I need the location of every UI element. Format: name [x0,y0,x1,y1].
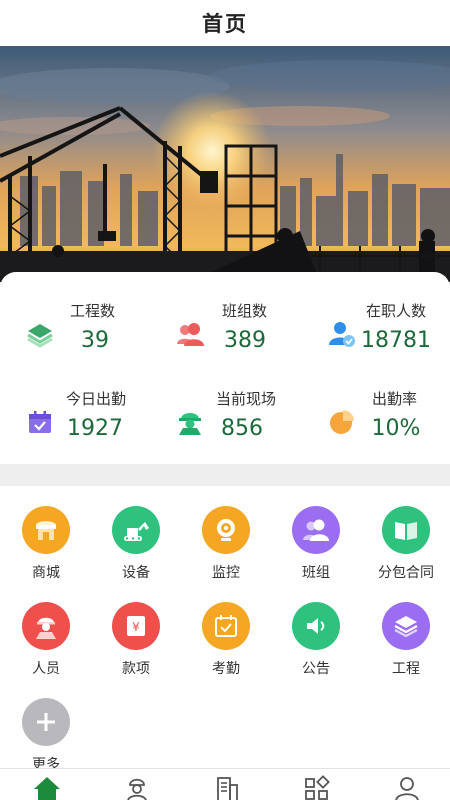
grid-item-team[interactable]: 班组 [271,506,361,596]
stat-label: 工程数 [70,302,116,320]
grid-item-label: 监控 [212,565,240,581]
stat-label: 今日出勤 [66,390,127,408]
home-icon[interactable] [32,775,62,800]
stat-label: 当前现场 [216,390,277,408]
grid-item-personnel[interactable]: 人员 [1,602,91,692]
bottom-tab-bar [0,768,450,800]
stat-value: 389 [224,328,266,353]
grid-item-project[interactable]: 工程 [361,602,450,692]
grid-item-label: 人员 [32,661,60,677]
banner-image[interactable] [0,46,450,282]
grid-item-monitor[interactable]: 监控 [181,506,271,596]
stat-teams[interactable]: 班组数 389 [150,300,300,380]
stat-label: 出勤率 [372,390,418,408]
layers-icon [382,602,430,650]
grid-item-label: 班组 [302,565,330,581]
stat-value: 18781 [361,328,431,353]
svg-text:¥: ¥ [132,620,140,634]
grid-item-label: 设备 [122,565,150,581]
stat-onsite[interactable]: 当前现场 856 [150,388,300,468]
stat-projects[interactable]: 工程数 39 [0,300,150,380]
top-bar: 首页 [0,0,450,46]
stats-card: 工程数 39 班组数 389 在职人数 18781 今日出勤 1927 当前现场… [0,272,450,464]
grid-item-payment[interactable]: ¥ 款项 [91,602,181,692]
camera-icon [202,506,250,554]
grid-item-label: 考勤 [212,661,240,677]
grid-item-attendance[interactable]: 考勤 [181,602,271,692]
money-icon: ¥ [112,602,160,650]
user-icon[interactable] [392,775,422,800]
grid-item-label: 商城 [32,565,60,581]
grid-item-shop[interactable]: 商城 [1,506,91,596]
team-icon [292,506,340,554]
stat-today-attendance[interactable]: 今日出勤 1927 [0,388,150,468]
grid-item-label: 公告 [302,661,330,677]
grid-item-subcontract[interactable]: 分包合同 [361,506,450,596]
book-icon [382,506,430,554]
apps-icon[interactable] [302,775,332,800]
stat-value: 10% [371,416,421,441]
stat-label: 在职人数 [366,302,427,320]
plus-icon [22,698,70,746]
construction-sunset-picture [0,46,450,282]
worker-icon [22,602,70,650]
grid-item-label: 款项 [122,661,150,677]
grid-item-label: 工程 [392,661,420,677]
attendance-icon [202,602,250,650]
stat-value: 1927 [67,416,123,441]
speaker-icon [292,602,340,650]
worker-icon[interactable] [122,775,152,800]
grid-item-notice[interactable]: 公告 [271,602,361,692]
feature-grid: 商城 设备 监控 班组 分包合同 人员 ¥ 款项 考勤 公告 工程 更多 [0,486,450,800]
stat-value: 39 [81,328,109,353]
grid-item-equipment[interactable]: 设备 [91,506,181,596]
stat-employees[interactable]: 在职人数 18781 [300,300,450,380]
shop-icon [22,506,70,554]
page-title: 首页 [202,12,248,36]
stat-attendance-rate[interactable]: 出勤率 10% [300,388,450,468]
excavator-icon [112,506,160,554]
grid-item-label: 分包合同 [378,565,434,581]
building-icon[interactable] [212,775,242,800]
stat-label: 班组数 [222,302,268,320]
stat-value: 856 [221,416,263,441]
